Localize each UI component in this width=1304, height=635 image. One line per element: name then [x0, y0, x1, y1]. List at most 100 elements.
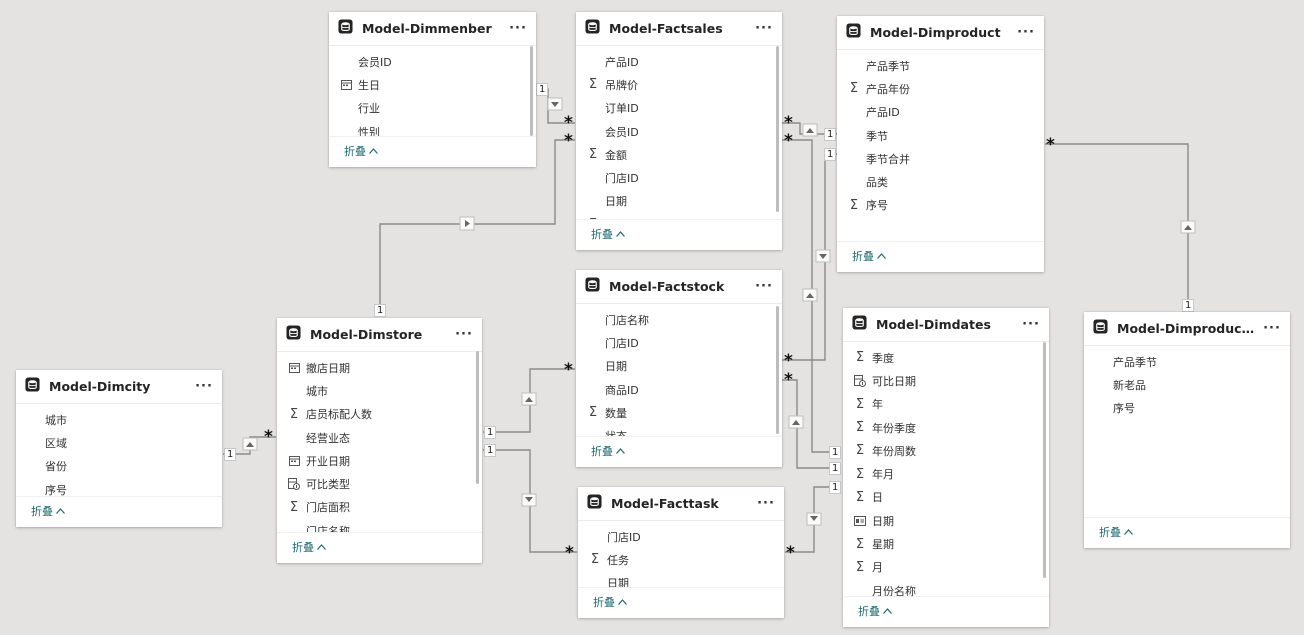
- field-row[interactable]: 可比日期: [843, 369, 1049, 392]
- table-header[interactable]: Model-Dimmenber ···: [329, 12, 536, 46]
- collapse-button[interactable]: 折叠: [858, 603, 892, 619]
- model-diagram-canvas[interactable]: 1 * * * * 1 1 * 1 1 * * * 1 1 1 1 1 * * …: [0, 0, 1304, 635]
- table-card-dimdates[interactable]: Model-Dimdates ··· Σ 季度 可比日期 Σ 年 Σ 年份季度 Σ 年份周数 Σ 年月 Σ…: [843, 308, 1049, 627]
- collapse-label: 折叠: [31, 505, 53, 518]
- sigma-icon: Σ: [855, 489, 865, 505]
- table-card-facttask[interactable]: Model-Facttask ··· 门店ID Σ 任务 日期折叠: [578, 487, 784, 618]
- more-options-button[interactable]: ···: [752, 21, 776, 36]
- table-card-factsales[interactable]: Model-Factsales ··· 产品ID Σ 吊牌价 订单ID 会员ID Σ 金额 门店I…: [576, 12, 782, 250]
- field-row[interactable]: Σ年: [843, 393, 1049, 416]
- field-row[interactable]: 门店ID: [576, 166, 782, 189]
- more-options-button[interactable]: ···: [452, 327, 476, 342]
- collapse-button[interactable]: 折叠: [31, 503, 65, 519]
- field-row[interactable]: 产品季节: [837, 54, 1044, 77]
- more-options-button[interactable]: ···: [752, 279, 776, 294]
- field-row[interactable]: 商品ID: [576, 378, 782, 401]
- field-row[interactable]: 行业: [329, 97, 536, 120]
- table-title: Model-Factsales: [609, 21, 723, 36]
- field-row[interactable]: 门店ID: [576, 331, 782, 354]
- collapse-button[interactable]: 折叠: [593, 594, 627, 610]
- field-row[interactable]: 序号: [16, 478, 222, 497]
- field-row[interactable]: 性别: [329, 120, 536, 137]
- field-row[interactable]: Σ 数量: [576, 401, 782, 424]
- field-row[interactable]: Σ 金额: [576, 143, 782, 166]
- collapse-button[interactable]: 折叠: [591, 226, 625, 242]
- field-row[interactable]: 省份: [16, 455, 222, 478]
- field-row[interactable]: Σ 年月: [843, 462, 1049, 485]
- field-row[interactable]: 日期: [576, 355, 782, 378]
- field-row[interactable]: Σ 产品年份: [837, 77, 1044, 100]
- field-row[interactable]: Σ 季度: [843, 346, 1049, 369]
- table-header[interactable]: Model-Dimproduct ···: [837, 16, 1044, 50]
- collapse-button[interactable]: 折叠: [344, 143, 378, 159]
- table-header[interactable]: Model-Dimproductseas...···: [1084, 312, 1290, 346]
- field-row[interactable]: 日期: [576, 190, 782, 213]
- table-card-factstock[interactable]: Model-Factstock ··· 门店名称 门店ID 日期 商品ID Σ 数量 状态 折叠: [576, 270, 782, 467]
- table-card-dimmenber[interactable]: Model-Dimmenber ··· 会员ID 生日 行业 性别折叠: [329, 12, 536, 167]
- scrollbar[interactable]: [1043, 342, 1046, 578]
- table-header[interactable]: Model-Facttask ···: [578, 487, 784, 521]
- field-row[interactable]: 会员ID: [329, 50, 536, 73]
- field-row[interactable]: 日期: [843, 509, 1049, 532]
- field-row[interactable]: 月份名称: [843, 579, 1049, 597]
- field-row[interactable]: 城市: [277, 379, 482, 402]
- table-header[interactable]: Model-Dimstore ···: [277, 318, 482, 352]
- field-row[interactable]: 季节合并: [837, 147, 1044, 170]
- scrollbar[interactable]: [776, 46, 779, 212]
- more-options-button[interactable]: ···: [1260, 321, 1284, 336]
- field-name: 吊牌价: [605, 78, 638, 92]
- table-card-dimstore[interactable]: Model-Dimstore ··· 撤店日期 城市 Σ 店员标配人数 经营业态 开业日期 可比…: [277, 318, 482, 563]
- field-row[interactable]: 门店ID: [578, 525, 784, 548]
- field-row[interactable]: 城市: [16, 408, 222, 431]
- field-row[interactable]: 撤店日期: [277, 356, 482, 379]
- field-row[interactable]: Σ 吊牌价: [576, 73, 782, 96]
- field-row[interactable]: 产品ID: [837, 101, 1044, 124]
- field-row[interactable]: 序号: [1084, 397, 1290, 420]
- field-row[interactable]: Σ日: [843, 486, 1049, 509]
- field-row[interactable]: 产品ID: [576, 50, 782, 73]
- scrollbar[interactable]: [530, 46, 533, 136]
- field-row[interactable]: 会员ID: [576, 120, 782, 143]
- table-header[interactable]: Model-Factsales ···: [576, 12, 782, 46]
- field-row[interactable]: Σ 年份季度: [843, 416, 1049, 439]
- field-row[interactable]: 订单ID: [576, 97, 782, 120]
- field-row[interactable]: 开业日期: [277, 449, 482, 472]
- field-row[interactable]: 日期: [578, 572, 784, 588]
- table-header[interactable]: Model-Factstock ···: [576, 270, 782, 304]
- field-row[interactable]: 新老品: [1084, 373, 1290, 396]
- table-header[interactable]: Model-Dimcity ···: [16, 370, 222, 404]
- scrollbar[interactable]: [776, 306, 779, 434]
- field-row[interactable]: 门店名称: [277, 519, 482, 533]
- field-row[interactable]: 经营业态: [277, 426, 482, 449]
- more-options-button[interactable]: ···: [754, 496, 778, 511]
- field-row[interactable]: Σ月: [843, 556, 1049, 579]
- field-row[interactable]: Σ 星期: [843, 532, 1049, 555]
- field-row[interactable]: 品类: [837, 170, 1044, 193]
- collapse-button[interactable]: 折叠: [292, 539, 326, 555]
- field-row[interactable]: Σ 门店面积: [277, 496, 482, 519]
- more-options-button[interactable]: ···: [192, 379, 216, 394]
- field-row[interactable]: 区域: [16, 431, 222, 454]
- field-row[interactable]: 可比类型: [277, 472, 482, 495]
- field-row[interactable]: Σ 任务: [578, 548, 784, 571]
- table-header[interactable]: Model-Dimdates ···: [843, 308, 1049, 342]
- scrollbar[interactable]: [476, 351, 479, 484]
- collapse-label: 折叠: [344, 145, 366, 158]
- table-card-dimproductseason[interactable]: Model-Dimproductseas...··· 产品季节新老品序号折叠: [1084, 312, 1290, 548]
- collapse-button[interactable]: 折叠: [1099, 524, 1133, 540]
- field-row[interactable]: 产品季节: [1084, 350, 1290, 373]
- field-row[interactable]: 门店名称: [576, 308, 782, 331]
- collapse-button[interactable]: 折叠: [591, 443, 625, 459]
- more-options-button[interactable]: ···: [1014, 25, 1038, 40]
- field-row[interactable]: Σ 序号: [837, 194, 1044, 217]
- table-card-dimcity[interactable]: Model-Dimcity ··· 城市 区域 省份 序号折叠: [16, 370, 222, 527]
- field-row[interactable]: 生日: [329, 73, 536, 96]
- table-icon: [16, 377, 40, 396]
- collapse-button[interactable]: 折叠: [852, 248, 886, 264]
- field-row[interactable]: 季节: [837, 124, 1044, 147]
- field-row[interactable]: Σ 年份周数: [843, 439, 1049, 462]
- more-options-button[interactable]: ···: [506, 21, 530, 36]
- table-card-dimproduct[interactable]: Model-Dimproduct ··· 产品季节 Σ 产品年份 产品ID 季节 季节合并 品类…: [837, 16, 1044, 272]
- more-options-button[interactable]: ···: [1019, 317, 1043, 332]
- field-row[interactable]: Σ 店员标配人数: [277, 403, 482, 426]
